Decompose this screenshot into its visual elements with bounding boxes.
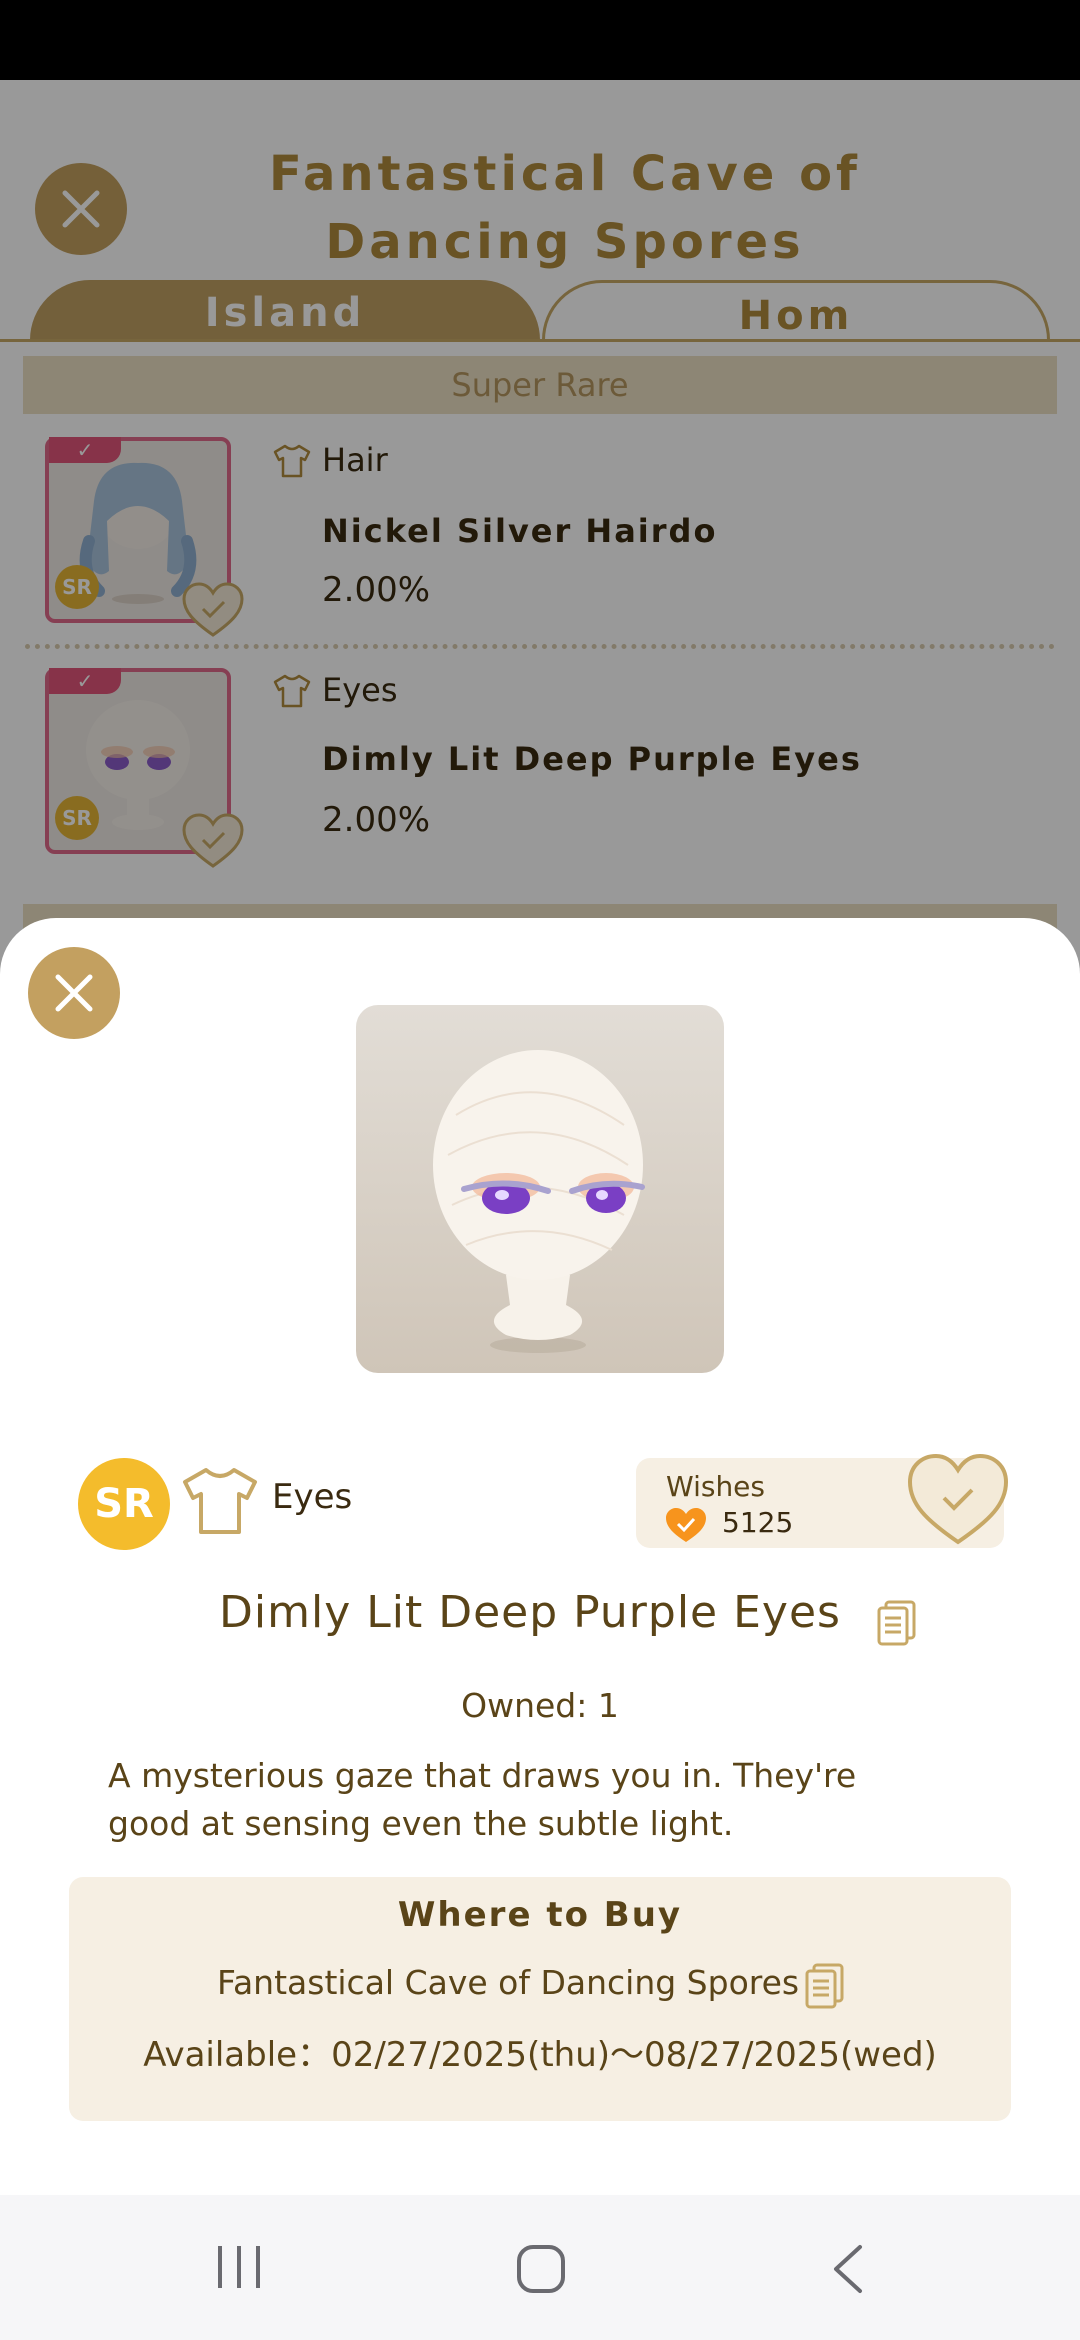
source-event-name: Fantastical Cave of Dancing Spores — [217, 1963, 800, 2002]
clothing-shirt-icon — [183, 1468, 257, 1534]
recent-apps-icon[interactable] — [214, 2244, 264, 2290]
close-icon — [55, 974, 93, 1012]
item-description: A mysterious gaze that draws you in. The… — [108, 1756, 857, 1843]
sr-rarity-badge: SR — [78, 1458, 170, 1550]
availability-period: Available：02/27/2025(thu)～08/27/2025(wed… — [143, 2035, 937, 2075]
owned-count: Owned: 1 — [461, 1686, 619, 1725]
system-navigation-bar — [0, 2195, 1080, 2340]
orange-heart-icon — [666, 1508, 706, 1542]
close-detail-button[interactable] — [28, 947, 120, 1039]
home-icon[interactable] — [516, 2244, 566, 2294]
document-icon[interactable] — [804, 1963, 844, 2009]
where-to-buy-panel: Where to Buy Fantastical Cave of Dancing… — [69, 1877, 1011, 2121]
item-preview-image — [356, 1005, 724, 1373]
wishes-count: 5125 — [722, 1506, 794, 1539]
back-icon[interactable] — [830, 2243, 866, 2295]
item-category-label: Eyes — [272, 1477, 353, 1517]
where-to-buy-title: Where to Buy — [397, 1895, 683, 1935]
document-icon[interactable] — [876, 1600, 916, 1646]
status-bar — [0, 0, 1080, 80]
wishes-label: Wishes — [666, 1470, 765, 1503]
wish-heart-icon[interactable] — [906, 1452, 1010, 1546]
item-detail-name: Dimly Lit Deep Purple Eyes — [219, 1587, 841, 1638]
mannequin-eyes-image — [433, 1050, 645, 1353]
